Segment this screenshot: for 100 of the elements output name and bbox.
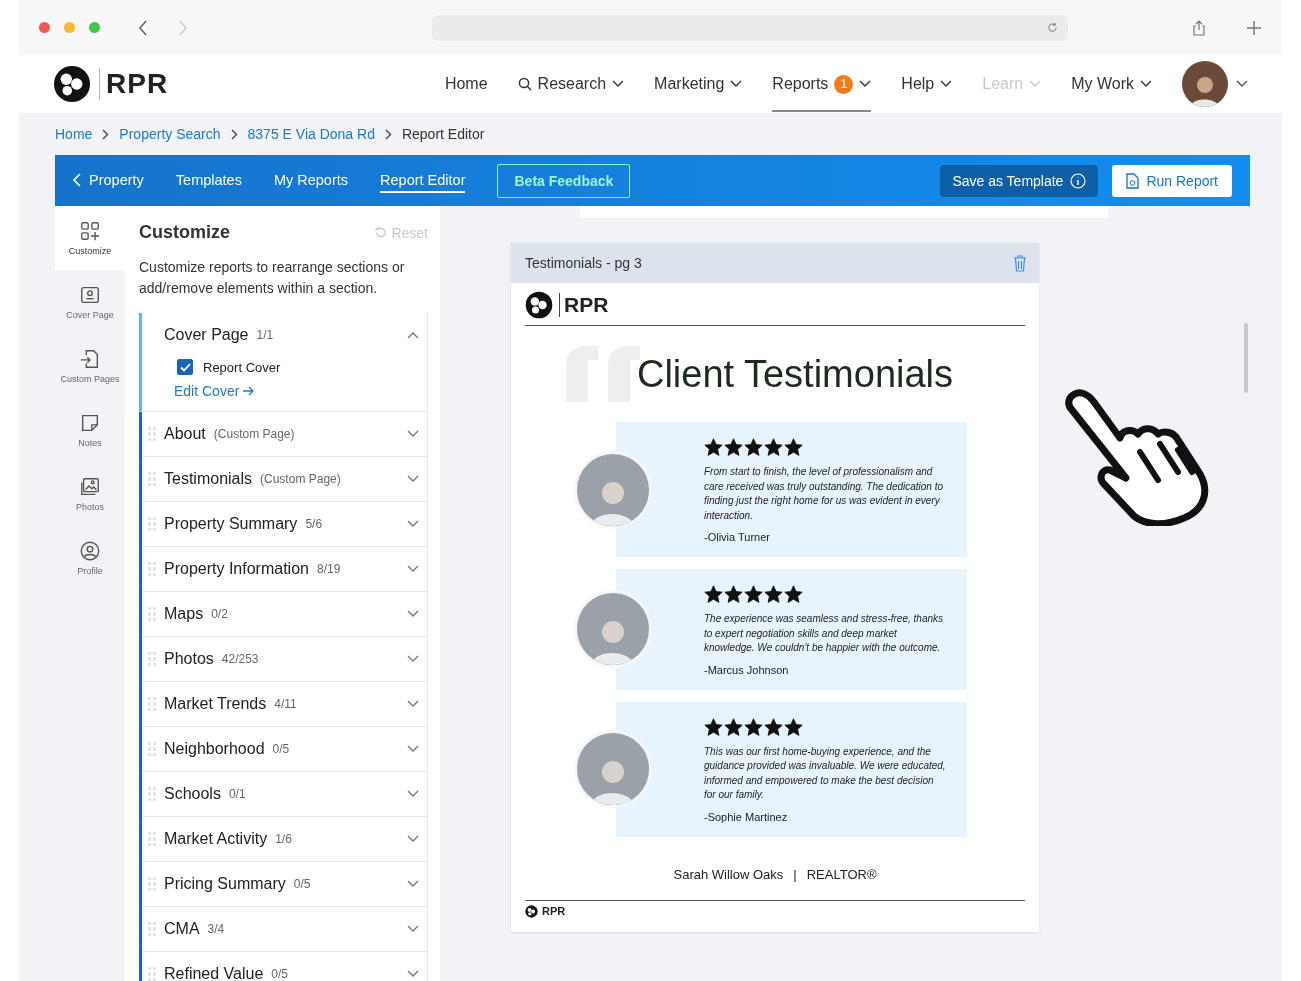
- drag-handle-icon[interactable]: [148, 517, 156, 531]
- star-icon: [764, 438, 783, 457]
- scrollbar-thumb[interactable]: [1244, 323, 1248, 393]
- agent-title: REALTOR®: [806, 866, 877, 882]
- star-icon: [784, 717, 803, 737]
- run-report-button[interactable]: Run Report: [1112, 164, 1232, 197]
- testimonial-quote: This was our first home-buying experience, and the guidance provided was invaluable. We were educated, informed and empowered to make the best decision for our family.: [704, 744, 947, 802]
- rail-item[interactable]: Customize: [55, 206, 125, 270]
- rail-item[interactable]: Notes: [55, 398, 125, 462]
- drag-handle-icon[interactable]: [148, 652, 156, 666]
- toolbar-tab[interactable]: Property: [73, 168, 144, 193]
- toolbar-tab[interactable]: Report Editor: [380, 168, 466, 193]
- chevron-icon: [407, 475, 419, 483]
- drag-handle-icon[interactable]: [148, 832, 156, 846]
- rail-item[interactable]: Custom Pages: [55, 334, 125, 398]
- trash-icon[interactable]: [1013, 254, 1027, 272]
- section-row[interactable]: Photos 42/253: [142, 637, 427, 681]
- back-icon[interactable]: [138, 19, 148, 36]
- drag-handle-icon[interactable]: [148, 787, 156, 801]
- agent-name: Sarah Willow Oaks: [673, 866, 784, 882]
- section-row[interactable]: Property Information 8/19: [142, 547, 427, 591]
- toolbar-tab[interactable]: Templates: [175, 168, 242, 193]
- chevron-icon: [407, 700, 419, 708]
- drag-handle-icon[interactable]: [148, 967, 156, 981]
- close-dot[interactable]: [39, 22, 50, 33]
- drag-handle-icon[interactable]: [148, 562, 156, 576]
- info-icon: [1070, 172, 1087, 189]
- drag-handle-icon[interactable]: [148, 472, 156, 486]
- section-row[interactable]: Cover Page 1/1: [142, 313, 427, 357]
- checkbox[interactable]: [177, 359, 193, 375]
- panel-description: Customize reports to rearrange sections or add/remove elements within a section.: [139, 258, 406, 298]
- section-row[interactable]: Neighborhood 0/5: [142, 727, 427, 771]
- logo-icon: [525, 904, 538, 918]
- save-template-button[interactable]: Save as Template: [940, 164, 1099, 197]
- breadcrumb-link[interactable]: Property Search: [119, 126, 221, 142]
- star-icon: [764, 585, 783, 604]
- breadcrumb-link[interactable]: Home: [55, 126, 93, 142]
- nav-item[interactable]: My Work: [1071, 56, 1152, 112]
- star-icon: [784, 585, 803, 604]
- nav-item[interactable]: Home: [444, 56, 488, 112]
- chevron-icon: [407, 565, 419, 573]
- avatar-placeholder[interactable]: [1182, 61, 1228, 107]
- breadcrumb-link[interactable]: 8375 E Via Dona Rd: [247, 126, 375, 142]
- panel-title: Customize: [139, 222, 230, 243]
- section-row[interactable]: Pricing Summary 0/5: [142, 862, 427, 906]
- rail-item[interactable]: Profile: [55, 526, 125, 590]
- star-icon: [764, 717, 783, 737]
- chevron-icon: [1236, 80, 1248, 88]
- rail-icon: [79, 476, 101, 498]
- rail-icon: [79, 412, 101, 434]
- section-row[interactable]: CMA 3/4: [142, 907, 427, 951]
- share-icon[interactable]: [1192, 19, 1206, 36]
- zoom-dot[interactable]: [89, 22, 100, 33]
- rail-item[interactable]: Photos: [55, 462, 125, 526]
- star-icon: [744, 717, 763, 737]
- chevron-icon: [407, 835, 419, 843]
- section-row[interactable]: Maps 0/2: [142, 592, 427, 636]
- rail-icon: [79, 284, 101, 306]
- logo-icon: [525, 291, 553, 319]
- brand-name[interactable]: RPR: [99, 68, 169, 100]
- testimonial-author: -Sophie Martinez: [704, 810, 789, 823]
- page-header-title: Testimonials - pg 3: [525, 255, 642, 271]
- section-row[interactable]: Property Summary 5/6: [142, 502, 427, 546]
- drag-handle-icon[interactable]: [148, 877, 156, 891]
- edit-cover-link[interactable]: Edit Cover: [142, 375, 256, 411]
- rail-item[interactable]: Cover Page: [55, 270, 125, 334]
- breadcrumb-link[interactable]: Report Editor: [401, 126, 485, 142]
- section-row[interactable]: About (Custom Page): [142, 412, 427, 456]
- minimize-dot[interactable]: [64, 22, 75, 33]
- nav-item[interactable]: Help: [901, 56, 953, 112]
- section-row[interactable]: Market Activity 1/6: [142, 817, 427, 861]
- forward-icon[interactable]: [178, 19, 188, 36]
- toolbar-tab[interactable]: My Reports: [273, 168, 349, 193]
- star-icon: [704, 585, 723, 604]
- section-row[interactable]: Market Trends 4/11: [142, 682, 427, 726]
- chevron-icon: [407, 430, 419, 438]
- drag-handle-icon[interactable]: [148, 742, 156, 756]
- section-row[interactable]: Testimonials (Custom Page): [142, 457, 427, 501]
- reload-icon[interactable]: [1047, 22, 1058, 33]
- star-icon: [784, 438, 803, 457]
- rail-icon: [79, 220, 101, 242]
- nav-item[interactable]: Reports 1: [772, 56, 872, 112]
- nav-item[interactable]: Research: [517, 56, 625, 112]
- nav-item[interactable]: Marketing: [654, 56, 743, 112]
- drag-handle-icon[interactable]: [148, 922, 156, 936]
- rail-icon: [79, 540, 101, 562]
- plus-icon[interactable]: [1246, 19, 1262, 36]
- drag-handle-icon[interactable]: [148, 607, 156, 621]
- undo-icon: [374, 226, 388, 239]
- chevron-icon: [407, 970, 419, 978]
- star-icon: [704, 717, 723, 737]
- report-logo-text: RPR: [559, 293, 609, 317]
- drag-handle-icon[interactable]: [148, 697, 156, 711]
- star-icon: [744, 438, 763, 457]
- drag-handle-icon[interactable]: [148, 427, 156, 441]
- star-icon: [724, 438, 743, 457]
- separator-text: |: [793, 866, 797, 882]
- section-row[interactable]: Refined Value 0/5: [142, 952, 427, 981]
- chevron-icon: [407, 880, 419, 888]
- section-row[interactable]: Schools 0/1: [142, 772, 427, 816]
